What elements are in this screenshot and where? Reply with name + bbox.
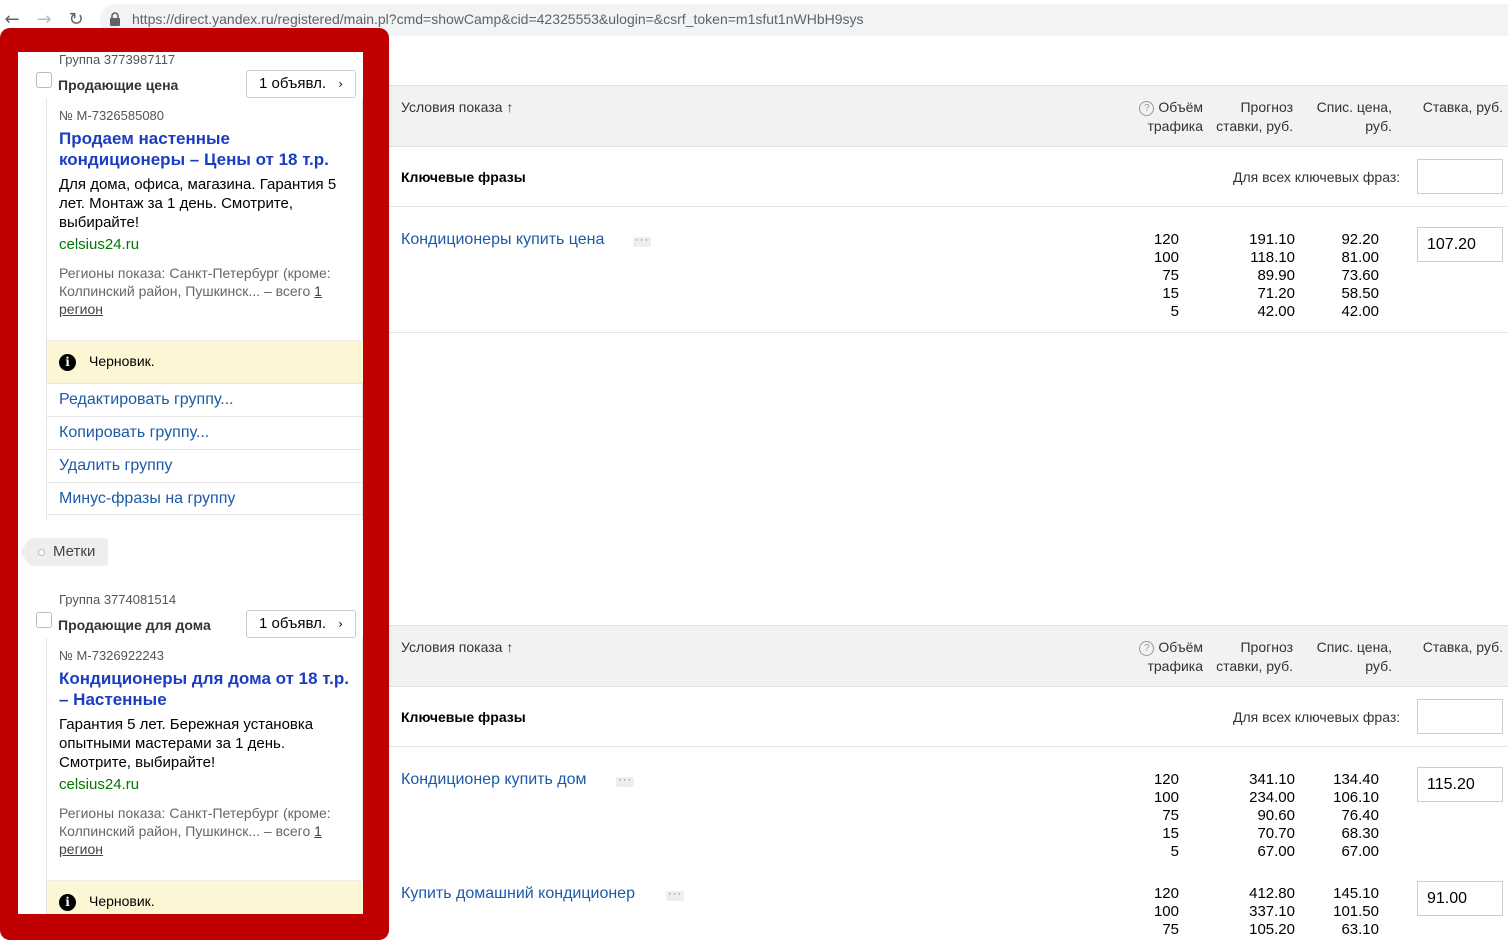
- edit-group-link[interactable]: Редактировать группу...: [47, 383, 363, 416]
- tags-button[interactable]: Метки: [20, 538, 108, 566]
- volume-header: ? Объём трафика: [1123, 98, 1203, 136]
- volume-values: 120 100 75 15 5: [1153, 231, 1179, 320]
- group-checkbox[interactable]: [36, 72, 52, 88]
- lock-icon: [110, 12, 120, 26]
- chevron-right-icon: ›: [338, 77, 343, 91]
- for-all-label: Для всех ключевых фраз:: [1233, 709, 1401, 725]
- tag-hole-icon: [38, 549, 45, 556]
- table-header: Условия показа ↑ ? Объём трафика Прогноз …: [389, 625, 1508, 687]
- minus-phrases-link[interactable]: Минус-фразы на группу: [47, 482, 363, 515]
- keyphrases-row: Ключевые фразы Для всех ключевых фраз:: [389, 147, 1508, 207]
- bid-all-input[interactable]: [1417, 159, 1503, 194]
- for-all-label: Для всех ключевых фраз:: [1233, 169, 1401, 185]
- copy-group-link[interactable]: Копировать группу...: [47, 416, 363, 449]
- help-icon[interactable]: ?: [1139, 101, 1155, 116]
- ads-count-button[interactable]: 1 объявл. ›: [246, 610, 356, 638]
- ad-number: № M-7326922243: [59, 648, 165, 663]
- more-icon[interactable]: ···: [666, 889, 684, 901]
- spis-header: Спис. цена, руб.: [1316, 639, 1392, 674]
- group-id: Группа 3773987117: [59, 52, 176, 67]
- group-name: Продающие цена: [58, 77, 179, 93]
- bid-all-input[interactable]: [1417, 699, 1503, 734]
- row-divider: [389, 332, 1508, 333]
- group-name: Продающие для дома: [58, 617, 211, 633]
- volume-values: 120 100 75 15 5: [1153, 771, 1179, 860]
- ad-domain[interactable]: celsius24.ru: [59, 236, 139, 253]
- ad-number: № M-7326585080: [59, 108, 165, 123]
- ad-text: Для дома, офиса, магазина. Гарантия 5 ле…: [59, 176, 337, 231]
- bid-input[interactable]: 115.20: [1417, 767, 1503, 802]
- group-checkbox[interactable]: [36, 612, 52, 628]
- ads-count-button[interactable]: 1 объявл. ›: [246, 70, 356, 98]
- ad-text: Гарантия 5 лет. Бережная установка опытн…: [59, 716, 314, 771]
- ads-count-label: 1 объявл.: [259, 615, 326, 632]
- more-icon[interactable]: ···: [616, 775, 634, 787]
- help-icon[interactable]: ?: [1139, 641, 1155, 656]
- volume-header: ? Объём трафика: [1123, 638, 1203, 676]
- spis-values: 145.10 101.50 63.10: [1333, 885, 1379, 938]
- url-text[interactable]: https://direct.yandex.ru/registered/main…: [132, 11, 864, 27]
- more-icon[interactable]: ···: [633, 235, 651, 247]
- forecast-values: 341.10 234.00 90.60 70.70 67.00: [1249, 771, 1295, 860]
- keywords-pane: Условия показа ↑ ? Объём трафика Прогноз …: [389, 40, 1508, 946]
- draft-status-text: Черновик.: [89, 893, 155, 909]
- forecast-header: Прогноз ставки, руб.: [1216, 639, 1293, 674]
- chevron-right-icon: ›: [338, 617, 343, 631]
- bid-input[interactable]: 107.20: [1417, 227, 1503, 262]
- ad-domain[interactable]: celsius24.ru: [59, 776, 139, 793]
- conditions-header[interactable]: Условия показа ↑: [401, 98, 513, 117]
- forecast-values: 191.10 118.10 89.90 71.20 42.00: [1249, 231, 1295, 320]
- keyword-phrase[interactable]: Купить домашний кондиционер: [401, 885, 635, 903]
- keyphrases-label: Ключевые фразы: [401, 709, 526, 725]
- volume-values: 120 100 75: [1153, 885, 1179, 938]
- ads-count-label: 1 объявл.: [259, 75, 326, 92]
- forecast-header: Прогноз ставки, руб.: [1216, 99, 1293, 134]
- spis-values: 134.40 106.10 76.40 68.30 67.00: [1333, 771, 1379, 860]
- tags-label: Метки: [53, 543, 96, 560]
- regions-text: Регионы показа: Санкт-Петербург (кроме: …: [59, 805, 331, 857]
- forecast-values: 412.80 337.10 105.20: [1249, 885, 1295, 938]
- keyword-phrase[interactable]: Кондиционеры купить цена: [401, 231, 604, 249]
- keyword-phrase[interactable]: Кондиционер купить дом: [401, 771, 587, 789]
- spis-header: Спис. цена, руб.: [1316, 99, 1392, 134]
- table-header: Условия показа ↑ ? Объём трафика Прогноз …: [389, 85, 1508, 147]
- bid-header: Ставка, руб.: [1422, 639, 1503, 655]
- draft-status-text: Черновик.: [89, 353, 155, 369]
- draft-status: i Черновик.: [47, 340, 363, 384]
- ad-groups-column: Группа 3773987117 Продающие цена 1 объяв…: [18, 52, 363, 914]
- regions-text: Регионы показа: Санкт-Петербург (кроме: …: [59, 265, 331, 317]
- bid-input[interactable]: 91.00: [1417, 881, 1503, 916]
- delete-group-link[interactable]: Удалить группу: [47, 449, 363, 482]
- bid-header: Ставка, руб.: [1422, 99, 1503, 115]
- info-icon: i: [59, 894, 76, 911]
- ad-title[interactable]: Продаем настенные кондиционеры – Цены от…: [59, 128, 359, 170]
- spis-values: 92.20 81.00 73.60 58.50 42.00: [1341, 231, 1379, 320]
- group-id: Группа 3774081514: [59, 592, 177, 607]
- draft-status: i Черновик.: [47, 880, 363, 914]
- keyphrases-label: Ключевые фразы: [401, 169, 526, 185]
- conditions-header[interactable]: Условия показа ↑: [401, 638, 513, 657]
- ad-title[interactable]: Кондиционеры для дома от 18 т.р. – Насте…: [59, 668, 359, 710]
- keyphrases-row: Ключевые фразы Для всех ключевых фраз:: [389, 687, 1508, 747]
- info-icon: i: [59, 354, 76, 371]
